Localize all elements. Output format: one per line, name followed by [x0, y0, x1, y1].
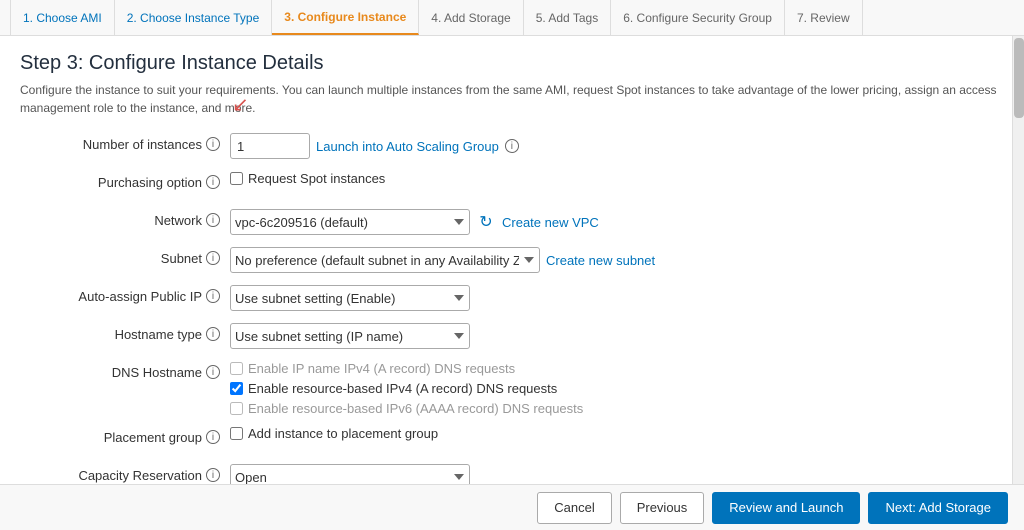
page-description: Configure the instance to suit your requ… [20, 81, 1004, 117]
wizard-nav: 1. Choose AMI 2. Choose Instance Type 3.… [0, 0, 1024, 36]
add-placement-group-checkbox[interactable] [230, 427, 243, 440]
nav-step-review[interactable]: 7. Review [785, 0, 863, 35]
network-select[interactable]: vpc-6c209516 (default) [230, 209, 470, 235]
nav-step-choose-ami[interactable]: 1. Choose AMI [10, 0, 115, 35]
dns-ipv4-arecord-checkbox[interactable] [230, 362, 243, 375]
dns-option-2: Enable resource-based IPv4 (A record) DN… [230, 381, 583, 396]
create-subnet-link[interactable]: Create new subnet [546, 253, 655, 268]
subnet-info-icon[interactable]: i [206, 251, 220, 265]
capacity-reservation-select[interactable]: Open [230, 464, 470, 484]
dns-options-group: Enable IP name IPv4 (A record) DNS reque… [230, 361, 583, 416]
page-title: Step 3: Configure Instance Details [20, 52, 1004, 75]
number-of-instances-label: Number of instances i [20, 133, 230, 152]
capacity-reservation-row: Capacity Reservation i Open [20, 464, 1004, 484]
auto-assign-public-ip-label: Auto-assign Public IP i [20, 285, 230, 304]
placement-group-label: Placement group i [20, 426, 230, 445]
subnet-select[interactable]: No preference (default subnet in any Ava… [230, 247, 540, 273]
capacity-reservation-info-icon[interactable]: i [206, 468, 220, 482]
purchasing-option-label: Purchasing option i [20, 171, 230, 190]
launch-autoscaling-link[interactable]: Launch into Auto Scaling Group [316, 139, 499, 154]
auto-assign-public-ip-row: Auto-assign Public IP i Use subnet setti… [20, 285, 1004, 313]
number-of-instances-input[interactable] [230, 133, 310, 159]
auto-assign-info-icon[interactable]: i [206, 289, 220, 303]
nav-step-configure-security-group[interactable]: 6. Configure Security Group [611, 0, 785, 35]
previous-button[interactable]: Previous [620, 492, 705, 524]
footer: Cancel Previous Review and Launch Next: … [0, 484, 1024, 530]
dns-hostname-label: DNS Hostname i [20, 361, 230, 380]
hostname-type-row: Hostname type i Use subnet setting (IP n… [20, 323, 1004, 351]
placement-group-controls: Add instance to placement group [230, 426, 1004, 441]
purchasing-option-row: Purchasing option i Request Spot instanc… [20, 171, 1004, 199]
subnet-row: Subnet i No preference (default subnet i… [20, 247, 1004, 275]
hostname-type-info-icon[interactable]: i [206, 327, 220, 341]
number-of-instances-controls: Launch into Auto Scaling Group i [230, 133, 1004, 159]
placement-group-info-icon[interactable]: i [206, 430, 220, 444]
auto-assign-select[interactable]: Use subnet setting (Enable) [230, 285, 470, 311]
dns-option-1: Enable IP name IPv4 (A record) DNS reque… [230, 361, 583, 376]
nav-step-add-storage[interactable]: 4. Add Storage [419, 0, 523, 35]
nav-step-choose-instance-type[interactable]: 2. Choose Instance Type [115, 0, 273, 35]
arrow-indicator: ↙ [232, 92, 249, 117]
network-row: Network i vpc-6c209516 (default) ↻ Creat… [20, 209, 1004, 237]
request-spot-instances-checkbox[interactable] [230, 172, 243, 185]
dns-resource-ipv6-checkbox[interactable] [230, 402, 243, 415]
autoscaling-info-icon[interactable]: i [505, 139, 519, 153]
nav-step-configure-instance[interactable]: 3. Configure Instance [272, 0, 419, 35]
review-launch-button[interactable]: Review and Launch [712, 492, 860, 524]
scrollbar[interactable] [1012, 36, 1024, 484]
next-add-storage-button[interactable]: Next: Add Storage [868, 492, 1008, 524]
main-content: Step 3: Configure Instance Details Confi… [0, 36, 1024, 484]
network-refresh-icon[interactable]: ↻ [476, 212, 496, 232]
network-controls: vpc-6c209516 (default) ↻ Create new VPC [230, 209, 1004, 235]
capacity-reservation-label: Capacity Reservation i [20, 464, 230, 483]
subnet-label: Subnet i [20, 247, 230, 266]
dns-option-3: Enable resource-based IPv6 (AAAA record)… [230, 401, 583, 416]
number-of-instances-info-icon[interactable]: i [206, 137, 220, 151]
number-of-instances-row: Number of instances i Launch into Auto S… [20, 133, 1004, 161]
dns-resource-ipv4-checkbox[interactable] [230, 382, 243, 395]
hostname-type-controls: Use subnet setting (IP name) [230, 323, 1004, 349]
auto-assign-controls: Use subnet setting (Enable) [230, 285, 1004, 311]
dns-hostname-controls: Enable IP name IPv4 (A record) DNS reque… [230, 361, 1004, 416]
hostname-type-label: Hostname type i [20, 323, 230, 342]
purchasing-option-info-icon[interactable]: i [206, 175, 220, 189]
purchasing-option-controls: Request Spot instances [230, 171, 1004, 186]
cancel-button[interactable]: Cancel [537, 492, 611, 524]
capacity-reservation-controls: Open [230, 464, 1004, 484]
network-info-icon[interactable]: i [206, 213, 220, 227]
hostname-type-select[interactable]: Use subnet setting (IP name) [230, 323, 470, 349]
network-label: Network i [20, 209, 230, 228]
subnet-controls: No preference (default subnet in any Ava… [230, 247, 1004, 273]
add-placement-group-label[interactable]: Add instance to placement group [230, 426, 438, 441]
dns-hostname-row: DNS Hostname i Enable IP name IPv4 (A re… [20, 361, 1004, 416]
placement-group-row: Placement group i Add instance to placem… [20, 426, 1004, 454]
scrollbar-thumb[interactable] [1014, 38, 1024, 118]
dns-hostname-info-icon[interactable]: i [206, 365, 220, 379]
create-vpc-link[interactable]: Create new VPC [502, 215, 599, 230]
request-spot-instances-label[interactable]: Request Spot instances [230, 171, 385, 186]
nav-step-add-tags[interactable]: 5. Add Tags [524, 0, 612, 35]
